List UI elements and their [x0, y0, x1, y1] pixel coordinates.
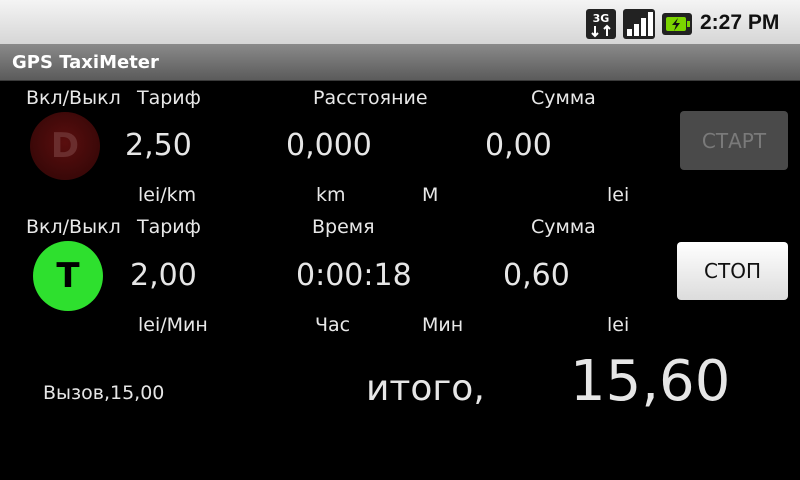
3g-icon: 3G [586, 9, 616, 39]
distance-toggle-indicator[interactable]: D [30, 112, 100, 180]
total-label: итого, [366, 368, 485, 409]
time-min-unit: Мин [422, 314, 464, 336]
time-sum-unit: lei [607, 314, 630, 336]
distance-tariff-label: Тариф [137, 87, 201, 109]
network-type-text: 3G [593, 12, 610, 25]
time-toggle-indicator[interactable]: T [33, 241, 103, 311]
distance-sum-label: Сумма [531, 87, 596, 109]
distance-value: 0,000 [286, 128, 372, 163]
battery-charging-icon [662, 13, 692, 35]
distance-sum-value: 0,00 [485, 128, 552, 163]
distance-tariff-value: 2,50 [125, 128, 192, 163]
signal-icon [623, 9, 655, 39]
start-button[interactable]: СТАРТ [680, 111, 788, 170]
time-value: 0:00:18 [296, 258, 412, 293]
time-label: Время [312, 216, 375, 238]
indicator-t-letter: T [56, 256, 80, 296]
time-tariff-label: Тариф [137, 216, 201, 238]
clock: 2:27 PM [700, 11, 780, 34]
distance-m-unit: M [422, 184, 439, 206]
time-sum-value: 0,60 [503, 258, 570, 293]
total-value: 15,60 [570, 349, 731, 414]
time-onoff-label: Вкл/Выкл [26, 216, 121, 238]
time-tariff-value: 2,00 [130, 258, 197, 293]
distance-sum-unit: lei [607, 184, 630, 206]
distance-onoff-label: Вкл/Выкл [26, 87, 121, 109]
distance-km-unit: km [316, 184, 346, 206]
indicator-d-letter: D [50, 126, 80, 166]
app-title: GPS TaxiMeter [12, 52, 159, 73]
distance-label: Расстояние [313, 87, 428, 109]
time-hour-unit: Час [315, 314, 351, 336]
call-fee-label: Вызов,15,00 [43, 382, 165, 404]
time-sum-label: Сумма [531, 216, 596, 238]
time-tariff-unit: lei/Мин [138, 314, 208, 336]
stop-button[interactable]: СТОП [677, 242, 788, 300]
distance-tariff-unit: lei/km [138, 184, 197, 206]
